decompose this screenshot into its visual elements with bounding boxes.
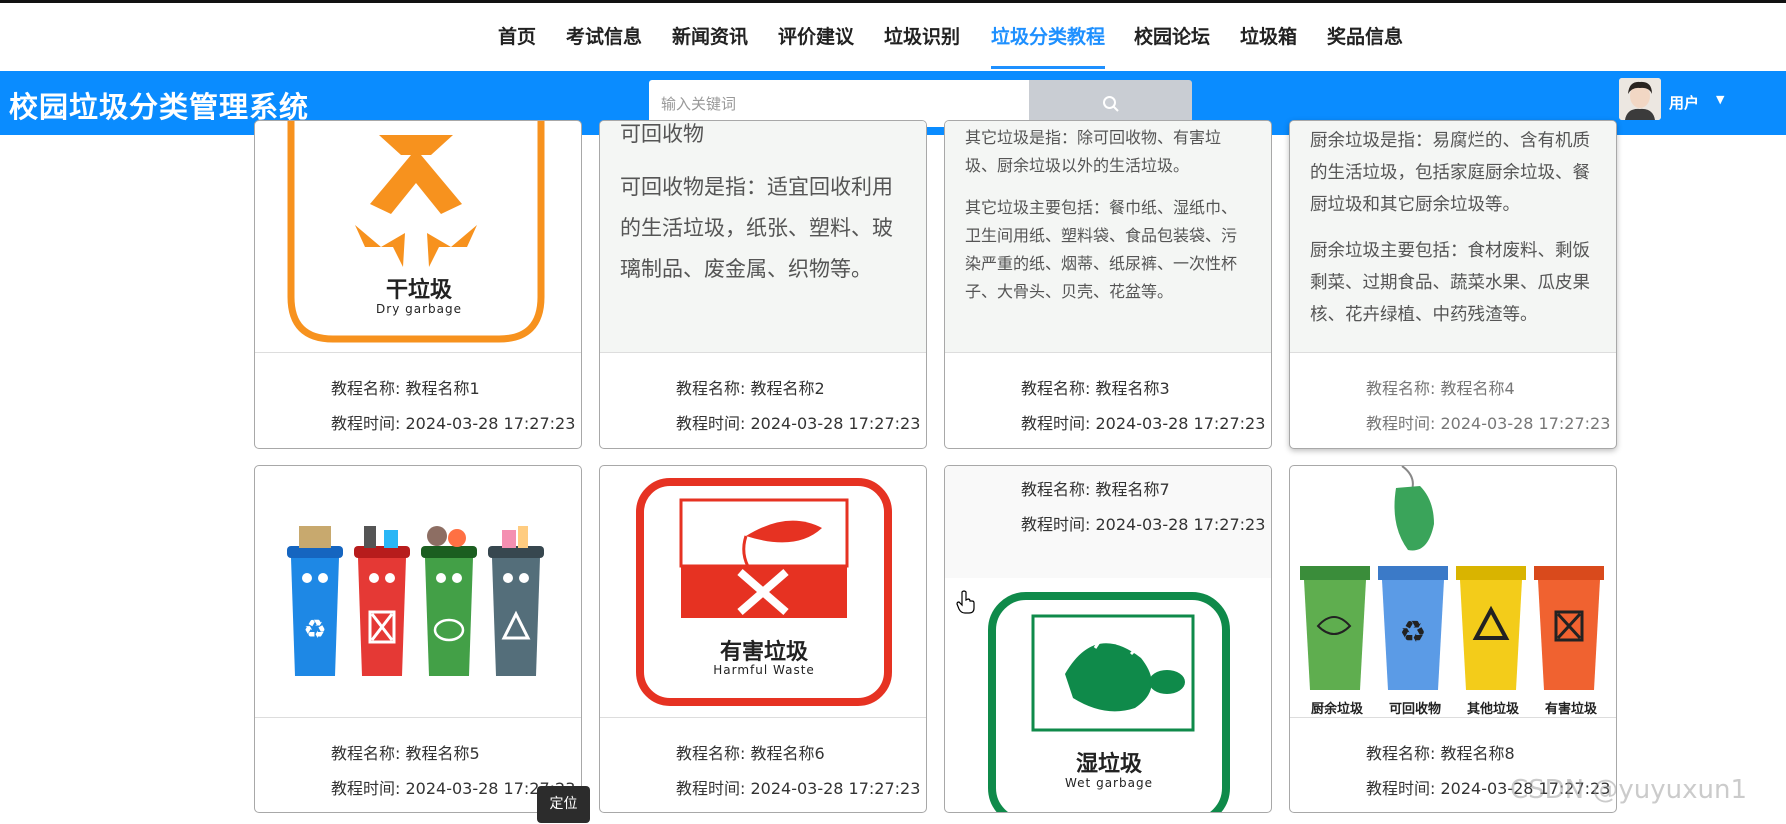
tutorial-time: 教程时间: 2024-03-28 17:27:23	[676, 414, 921, 433]
kitchen-waste-examples: 厨余垃圾主要包括：食材废料、剩饭剩菜、过期食品、蔬菜水果、瓜皮果核、花卉绿植、中…	[1310, 241, 1590, 325]
search-icon	[1102, 95, 1119, 112]
card-text-other-garbage: 其它垃圾是指：除可回收物、有害垃圾、厨余垃圾以外的生活垃圾。 其它垃圾主要包括：…	[945, 121, 1271, 352]
tutorial-card[interactable]: ♻ 教程名称: 教程名称5 教程时间: 2024-03-28 17:27:23	[254, 465, 582, 813]
nav-item-exam-info[interactable]: 考试信息	[566, 17, 642, 57]
tutorial-name: 教程名称: 教程名称4	[1366, 379, 1515, 398]
card-image-dry-garbage: 干垃圾 Dry garbage	[255, 121, 581, 352]
card-text-kitchen-waste: 厨余垃圾是指：易腐烂的、含有机质的生活垃圾，包括家庭厨余垃圾、餐厨垃圾和其它厨余…	[1290, 121, 1616, 352]
recyclable-heading: 可回收物	[620, 122, 704, 146]
chevron-down-icon[interactable]: ▼	[1716, 93, 1724, 106]
tutorial-card[interactable]: 厨余垃圾是指：易腐烂的、含有机质的生活垃圾，包括家庭厨余垃圾、餐厨垃圾和其它厨余…	[1289, 120, 1617, 449]
card-info: 教程名称: 教程名称3 教程时间: 2024-03-28 17:27:23	[945, 352, 1271, 448]
tutorial-time: 教程时间: 2024-03-28 17:27:23	[676, 779, 921, 798]
nav-item-home[interactable]: 首页	[498, 17, 536, 57]
tutorial-time: 教程时间: 2024-03-28 17:27:23	[1366, 414, 1611, 433]
tutorial-time: 教程时间: 2024-03-28 17:27:23	[1021, 515, 1266, 534]
bin-label-harmful: 有害垃圾	[1544, 702, 1597, 717]
wet-garbage-title: 湿垃圾	[1075, 752, 1142, 777]
tutorial-name: 教程名称: 教程名称2	[676, 379, 825, 398]
card-image-sorting-bins: ♻ 厨余垃圾 可回收物 其他垃圾 有害垃圾	[1290, 466, 1616, 717]
bin-label-other: 其他垃圾	[1466, 702, 1519, 717]
avatar[interactable]	[1619, 78, 1661, 120]
card-image-wet-garbage: 湿垃圾 Wet garbage	[945, 578, 1271, 812]
wet-garbage-subtitle: Wet garbage	[1065, 776, 1153, 790]
nav-item-recognition[interactable]: 垃圾识别	[884, 17, 960, 57]
other-garbage-definition: 其它垃圾是指：除可回收物、有害垃圾、厨余垃圾以外的生活垃圾。	[965, 128, 1222, 175]
svg-text:♻: ♻	[303, 615, 326, 645]
tutorial-name: 教程名称: 教程名称7	[1021, 480, 1170, 499]
tutorial-time: 教程时间: 2024-03-28 17:27:23	[1021, 414, 1266, 433]
card-info: 教程名称: 教程名称2 教程时间: 2024-03-28 17:27:23	[600, 352, 926, 448]
nav-item-forum[interactable]: 校园论坛	[1134, 17, 1210, 57]
kitchen-waste-definition: 厨余垃圾是指：易腐烂的、含有机质的生活垃圾，包括家庭厨余垃圾、餐厨垃圾和其它厨余…	[1310, 131, 1590, 215]
watermark: CSDN @yuyuxun1	[1510, 775, 1748, 805]
tutorial-name: 教程名称: 教程名称1	[331, 379, 480, 398]
card-text-recyclable: 可回收物 可回收物是指：适宜回收利用的生活垃圾，纸张、塑料、玻璃制品、废金属、织…	[600, 121, 926, 352]
tutorial-name: 教程名称: 教程名称6	[676, 744, 825, 763]
dry-garbage-title: 干垃圾	[385, 278, 452, 303]
tutorial-name: 教程名称: 教程名称8	[1366, 744, 1515, 763]
other-garbage-examples: 其它垃圾主要包括：餐巾纸、湿纸巾、卫生间用纸、塑料袋、食品包装袋、污染严重的纸、…	[965, 198, 1238, 301]
active-tab-indicator	[991, 66, 1105, 69]
nav-item-feedback[interactable]: 评价建议	[778, 17, 854, 57]
locate-tooltip[interactable]: 定位	[537, 786, 590, 823]
card-info: 教程名称: 教程名称6 教程时间: 2024-03-28 17:27:23	[600, 717, 926, 812]
bin-label-recyclable: 可回收物	[1388, 702, 1441, 717]
nav-item-bins[interactable]: 垃圾箱	[1240, 17, 1297, 57]
top-nav: 首页 考试信息 新闻资讯 评价建议 垃圾识别 垃圾分类教程 校园论坛 垃圾箱 奖…	[0, 3, 1786, 71]
tutorial-name: 教程名称: 教程名称3	[1021, 379, 1170, 398]
tutorial-card[interactable]: 其它垃圾是指：除可回收物、有害垃圾、厨余垃圾以外的生活垃圾。 其它垃圾主要包括：…	[944, 120, 1272, 449]
tutorial-card[interactable]: 可回收物 可回收物是指：适宜回收利用的生活垃圾，纸张、塑料、玻璃制品、废金属、织…	[599, 120, 927, 449]
tutorial-card[interactable]: 教程名称: 教程名称7 教程时间: 2024-03-28 17:27:23 湿垃…	[944, 465, 1272, 813]
recyclable-description: 可回收物是指：适宜回收利用的生活垃圾，纸张、塑料、玻璃制品、废金属、织物等。	[620, 175, 893, 281]
nav-item-news[interactable]: 新闻资讯	[672, 17, 748, 57]
card-info: 教程名称: 教程名称7 教程时间: 2024-03-28 17:27:23	[945, 466, 1271, 578]
card-info: 教程名称: 教程名称4 教程时间: 2024-03-28 17:27:23	[1290, 352, 1616, 448]
svg-text:♻: ♻	[1400, 615, 1427, 650]
tutorial-card[interactable]: 干垃圾 Dry garbage 教程名称: 教程名称1 教程时间: 2024-0…	[254, 120, 582, 449]
card-info: 教程名称: 教程名称1 教程时间: 2024-03-28 17:27:23	[255, 352, 581, 448]
tutorial-time: 教程时间: 2024-03-28 17:27:23	[331, 414, 576, 433]
user-menu-label[interactable]: 用户	[1669, 92, 1699, 113]
nav-item-tutorial[interactable]: 垃圾分类教程	[991, 17, 1105, 57]
card-info: 教程名称: 教程名称5 教程时间: 2024-03-28 17:27:23	[255, 717, 581, 812]
tutorial-card[interactable]: 有害垃圾 Harmful Waste 教程名称: 教程名称6 教程时间: 202…	[599, 465, 927, 813]
card-image-harmful-waste: 有害垃圾 Harmful Waste	[600, 466, 926, 717]
nav-item-prizes[interactable]: 奖品信息	[1327, 17, 1403, 57]
tutorial-card[interactable]: ♻ 厨余垃圾 可回收物 其他垃圾 有害垃圾 教程名称: 教程名称8 教程时间: …	[1289, 465, 1617, 813]
harmful-waste-subtitle: Harmful Waste	[713, 663, 815, 677]
card-image-four-bins: ♻	[255, 466, 581, 717]
harmful-waste-title: 有害垃圾	[719, 640, 808, 665]
bin-label-kitchen: 厨余垃圾	[1310, 702, 1363, 717]
tutorial-name: 教程名称: 教程名称5	[331, 744, 480, 763]
dry-garbage-subtitle: Dry garbage	[376, 302, 462, 316]
hand-cursor-icon	[956, 590, 976, 618]
